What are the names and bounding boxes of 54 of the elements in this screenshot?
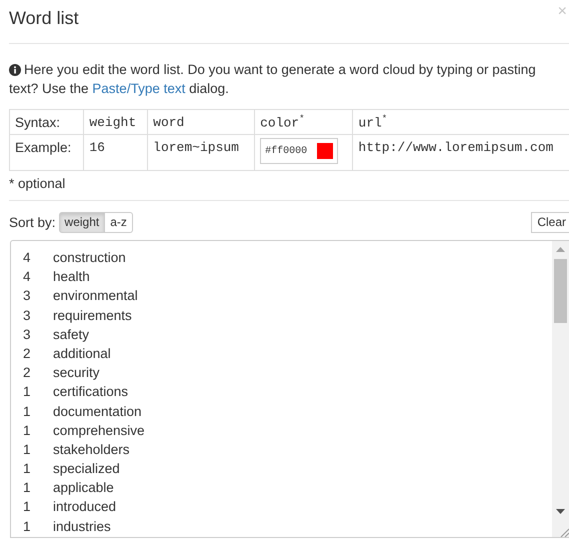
word-text: industries	[53, 518, 111, 536]
optional-note: * optional	[9, 175, 66, 193]
weight-text: 4	[23, 268, 32, 286]
word-text: construction	[53, 249, 126, 267]
sort-option[interactable]: a-z	[105, 212, 133, 232]
weight-text: 1	[23, 422, 32, 440]
word-text: introduced	[53, 498, 116, 516]
word-text: applicable	[53, 479, 114, 498]
resize-handle-icon[interactable]	[560, 528, 569, 537]
weight-text: 3	[23, 326, 32, 344]
table-cell: color$^{*}$	[254, 110, 353, 134]
weight-text: 2	[23, 364, 32, 382]
sort-label: Sort by:	[9, 214, 56, 230]
weight-text: 1	[23, 498, 32, 516]
table-cell: weight	[84, 110, 148, 134]
weight-text: 1	[23, 440, 32, 459]
sort-option[interactable]: weight	[58, 212, 106, 232]
weight-text: 3	[23, 306, 32, 325]
dialog-title: Word list	[9, 8, 79, 28]
scroll-up-icon[interactable]	[556, 247, 565, 252]
word-text: stakeholders	[53, 440, 130, 459]
word-text: certifications	[53, 383, 128, 402]
word-text: comprehensive	[53, 422, 145, 440]
word-text: environmental	[53, 287, 138, 306]
weight-text: 3	[23, 287, 32, 306]
scroll-down-icon[interactable]	[556, 509, 565, 514]
table-cell: url$^{*}$	[352, 110, 569, 134]
word-text: specialized	[53, 460, 120, 478]
table-cell: lorem~ipsum	[148, 134, 255, 170]
word-text: requirements	[53, 306, 132, 325]
color-value: #ff0000	[265, 146, 308, 156]
table-cell: Example:	[10, 134, 84, 170]
word-text: safety	[53, 326, 90, 344]
weight-text: 4	[23, 249, 32, 267]
table-cell: word	[148, 110, 255, 134]
table-cell: 16	[84, 134, 148, 170]
table-cell: Syntax:	[10, 110, 84, 134]
info-icon	[9, 64, 21, 76]
scrollbar[interactable]	[552, 241, 569, 537]
weight-text: 2	[23, 344, 32, 363]
paste-type-link[interactable]: Paste/Type text	[92, 81, 186, 96]
color-field[interactable]: #ff0000	[260, 138, 338, 164]
scroll-thumb[interactable]	[554, 259, 567, 323]
weight-text: 1	[23, 402, 32, 420]
word-text: additional	[53, 344, 111, 363]
weight-text: 1	[23, 460, 32, 478]
weight-text: 1	[23, 518, 32, 536]
weight-text: 1	[23, 383, 32, 402]
word-text: health	[53, 268, 90, 286]
weight-text: 1	[23, 479, 32, 498]
info-text: Here you edit the word list. Do you want to generate a word cloud by typing or pasting text? Use the Paste/Type text dialog.	[9, 61, 537, 98]
clear-button[interactable]: Clear	[531, 212, 569, 232]
word-text: documentation	[53, 402, 142, 420]
word-text: security	[53, 364, 100, 382]
